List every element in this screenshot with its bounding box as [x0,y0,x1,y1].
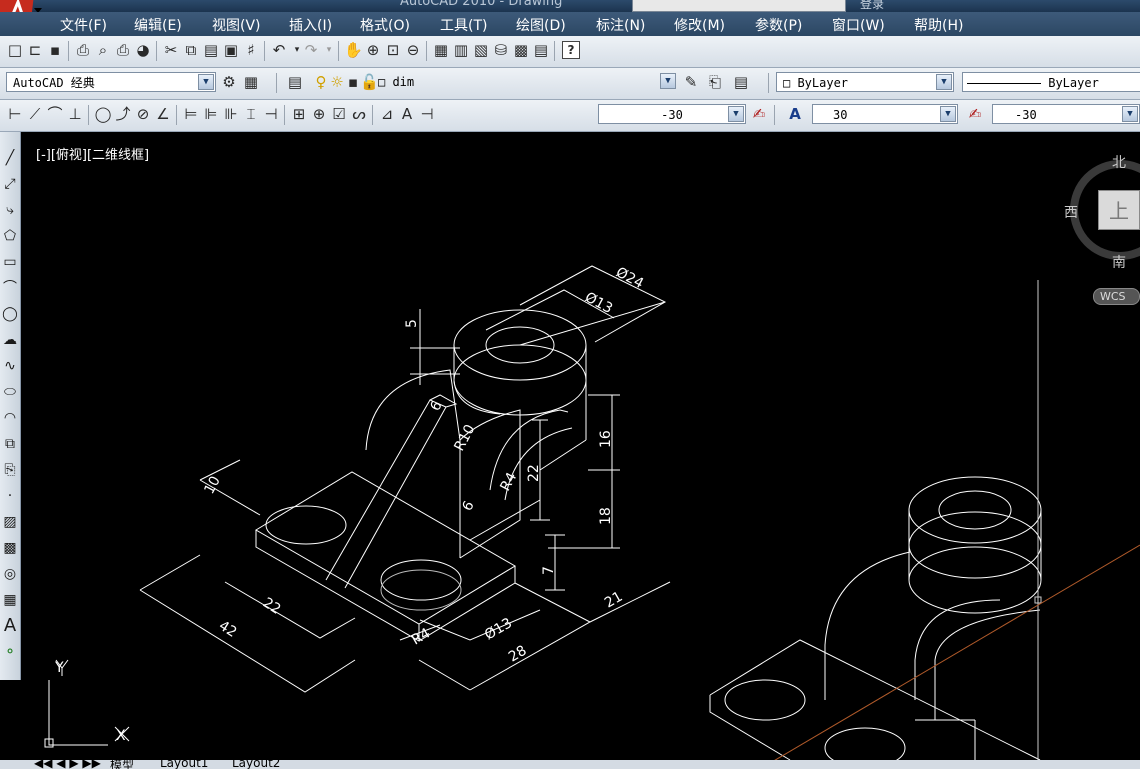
dim-h18: 18 [598,507,614,525]
tab-nav-icon[interactable]: ◀◀ ◀ ▶ ▶▶ [34,760,101,769]
dim-t6b: 6 [459,498,477,513]
viewcube-top-face[interactable]: 上 [1098,190,1140,230]
dim-l28: 28 [506,643,529,666]
tab-layout2[interactable]: Layout2 [232,760,280,769]
viewcube-north[interactable]: 北 [1112,152,1126,172]
drawing-canvas[interactable]: Ø24 Ø13 5 6 R10 16 R4 22 6 18 10 7 22 42… [0,0,1140,769]
tab-model[interactable]: 模型 [110,760,134,769]
viewcube-west[interactable]: 西 [1064,202,1078,222]
dim-l21: 21 [602,589,625,612]
wcs-menu[interactable]: WCS [1093,288,1140,305]
viewcube-south[interactable]: 南 [1112,252,1126,272]
dim-l42: 42 [216,618,240,641]
ucs-x-label: X [116,728,126,744]
dim-d13-bottom: Ø13 [482,615,515,643]
dim-h16: 16 [598,430,614,448]
dim-d13-top: Ø13 [582,289,615,317]
dim-r10: R10 [451,422,478,454]
dim-h5: 5 [404,319,420,328]
dim-r4-top: R4 [497,470,520,494]
viewport-label[interactable]: [-][俯视][二维线框] [36,144,149,163]
ucs-y-label: Y [54,660,64,676]
dim-h22: 22 [526,464,542,482]
dim-d24: Ø24 [613,264,646,292]
autocad-window: AutoCAD 2010 - Drawing 登录 文件(F) 编辑(E) 视图… [0,0,1140,769]
layout-tabs: ◀◀ ◀ ▶ ▶▶ 模型 Layout1 Layout2 [0,760,1140,769]
dim-h7: 7 [541,566,557,575]
tab-layout1[interactable]: Layout1 [160,760,208,769]
